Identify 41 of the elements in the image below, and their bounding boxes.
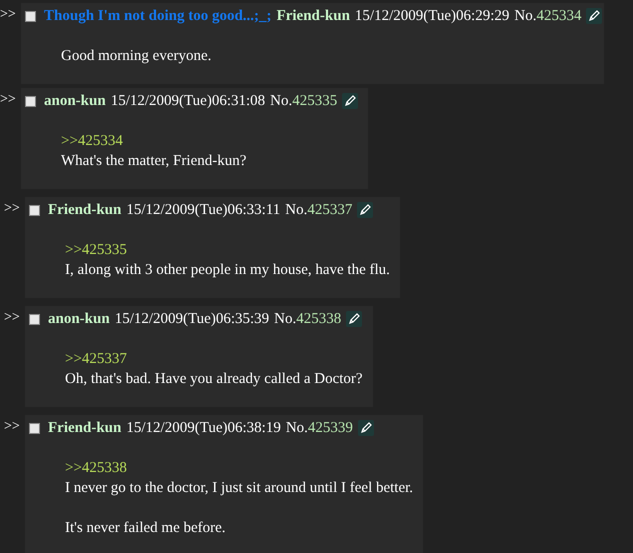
checkbox[interactable] bbox=[25, 10, 36, 22]
checkbox[interactable] bbox=[29, 314, 40, 324]
post-date: 15/12/2009(Tue)06:29:29 bbox=[354, 8, 510, 24]
reply-arrow: >> bbox=[4, 310, 21, 326]
post-text: It's never failed me before. bbox=[65, 519, 227, 538]
quote-link[interactable]: >>425337 bbox=[65, 349, 363, 369]
post-text: I, along with 3 other people in my house, have the flu. bbox=[65, 261, 390, 280]
pencil-icon[interactable] bbox=[342, 93, 358, 109]
post-text: What's the matter, Friend-kun? bbox=[61, 152, 248, 171]
quote-link[interactable]: >>425334 bbox=[61, 131, 358, 151]
post-text: Good morning everyone. bbox=[61, 47, 212, 66]
post-text: Oh, that's bad. Have you already called a Doctor? bbox=[65, 370, 363, 389]
post-number-link[interactable]: No.425334 bbox=[514, 8, 582, 24]
post-number-link[interactable]: No.425339 bbox=[286, 420, 353, 436]
post-number-link[interactable]: No.425335 bbox=[270, 92, 338, 110]
checkbox[interactable] bbox=[25, 96, 36, 106]
checkbox[interactable] bbox=[29, 204, 40, 216]
post-date: 15/12/2009(Tue)06:35:39 bbox=[114, 310, 270, 328]
poster-name: Friend-kun bbox=[48, 202, 122, 218]
quote-link[interactable]: >>425335 bbox=[65, 240, 390, 260]
post-number-link[interactable]: No.425337 bbox=[285, 202, 352, 218]
post-text: I never go to the doctor, I just sit around until I feel better. bbox=[65, 479, 414, 498]
post-date: 15/12/2009(Tue)06:38:19 bbox=[126, 420, 281, 436]
post-date: 15/12/2009(Tue)06:31:08 bbox=[110, 92, 266, 110]
reply-arrow: >> bbox=[0, 92, 17, 108]
poster-name: Friend-kun bbox=[276, 8, 350, 24]
post-number-link[interactable]: No.425338 bbox=[274, 310, 342, 328]
pencil-icon[interactable] bbox=[586, 8, 602, 24]
quote-link[interactable]: >>425338 bbox=[65, 458, 414, 478]
reply-arrow: >> bbox=[4, 201, 21, 217]
poster-name: Friend-kun bbox=[48, 420, 122, 436]
poster-name: anon-kun bbox=[48, 310, 110, 328]
post-date: 15/12/2009(Tue)06:33:11 bbox=[126, 202, 280, 218]
reply-arrow: >> bbox=[4, 419, 21, 435]
post-subject: Though I'm not doing too good...;_; bbox=[44, 8, 272, 24]
checkbox[interactable] bbox=[29, 422, 40, 434]
reply-arrow: >> bbox=[0, 7, 17, 23]
pencil-icon[interactable] bbox=[358, 420, 374, 436]
pencil-icon[interactable] bbox=[346, 311, 362, 327]
pencil-icon[interactable] bbox=[357, 202, 374, 218]
poster-name: anon-kun bbox=[44, 92, 106, 110]
